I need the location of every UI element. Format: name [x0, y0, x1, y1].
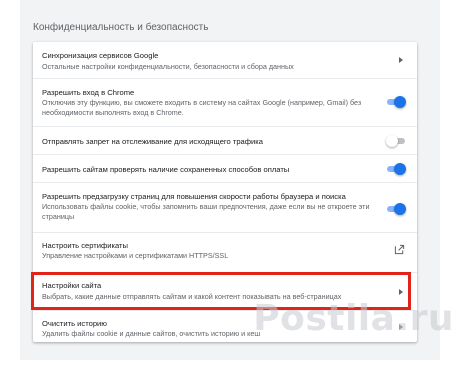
- row-google-sync[interactable]: Синхронизация сервисов Google Остальные …: [33, 42, 417, 78]
- row-title: Разрешить сайтам проверять наличие сохра…: [42, 165, 290, 174]
- row-manage-certificates[interactable]: Настроить сертификаты Управление настрой…: [33, 232, 417, 266]
- row-description: Остальные настройки конфиденциальности, …: [42, 62, 294, 71]
- row-preload-pages: Разрешить предзагрузку страниц для повыш…: [33, 182, 417, 232]
- chevron-right-icon[interactable]: [399, 57, 403, 63]
- row-description: Использовать файлы cookie, чтобы запомни…: [42, 202, 370, 221]
- row-do-not-track: Отправлять запрет на отслеживание для ис…: [33, 126, 417, 154]
- section-title: Конфиденциальность и безопасность: [33, 22, 209, 33]
- preload-toggle[interactable]: [387, 203, 406, 215]
- payment-methods-toggle[interactable]: [387, 163, 406, 175]
- allow-signin-toggle[interactable]: [387, 96, 406, 108]
- row-title: Настроить сертификаты: [42, 241, 128, 250]
- row-description: Отключив эту функцию, вы сможете входить…: [42, 98, 362, 117]
- do-not-track-toggle[interactable]: [386, 135, 405, 147]
- row-title: Разрешить предзагрузку страниц для повыш…: [42, 192, 346, 201]
- row-title: Отправлять запрет на отслеживание для ис…: [42, 137, 263, 146]
- row-allow-chrome-signin: Разрешить вход в Chrome Отключив эту фун…: [33, 78, 417, 126]
- row-payment-methods: Разрешить сайтам проверять наличие сохра…: [33, 154, 417, 182]
- external-link-icon[interactable]: [394, 244, 405, 255]
- watermark-logo: Postila.ru: [253, 298, 454, 339]
- row-description: Управление настройками и сертификатами H…: [42, 251, 229, 260]
- row-title: Разрешить вход в Chrome: [42, 88, 135, 97]
- row-title: Синхронизация сервисов Google: [42, 51, 159, 60]
- row-title: Очистить историю: [42, 319, 107, 328]
